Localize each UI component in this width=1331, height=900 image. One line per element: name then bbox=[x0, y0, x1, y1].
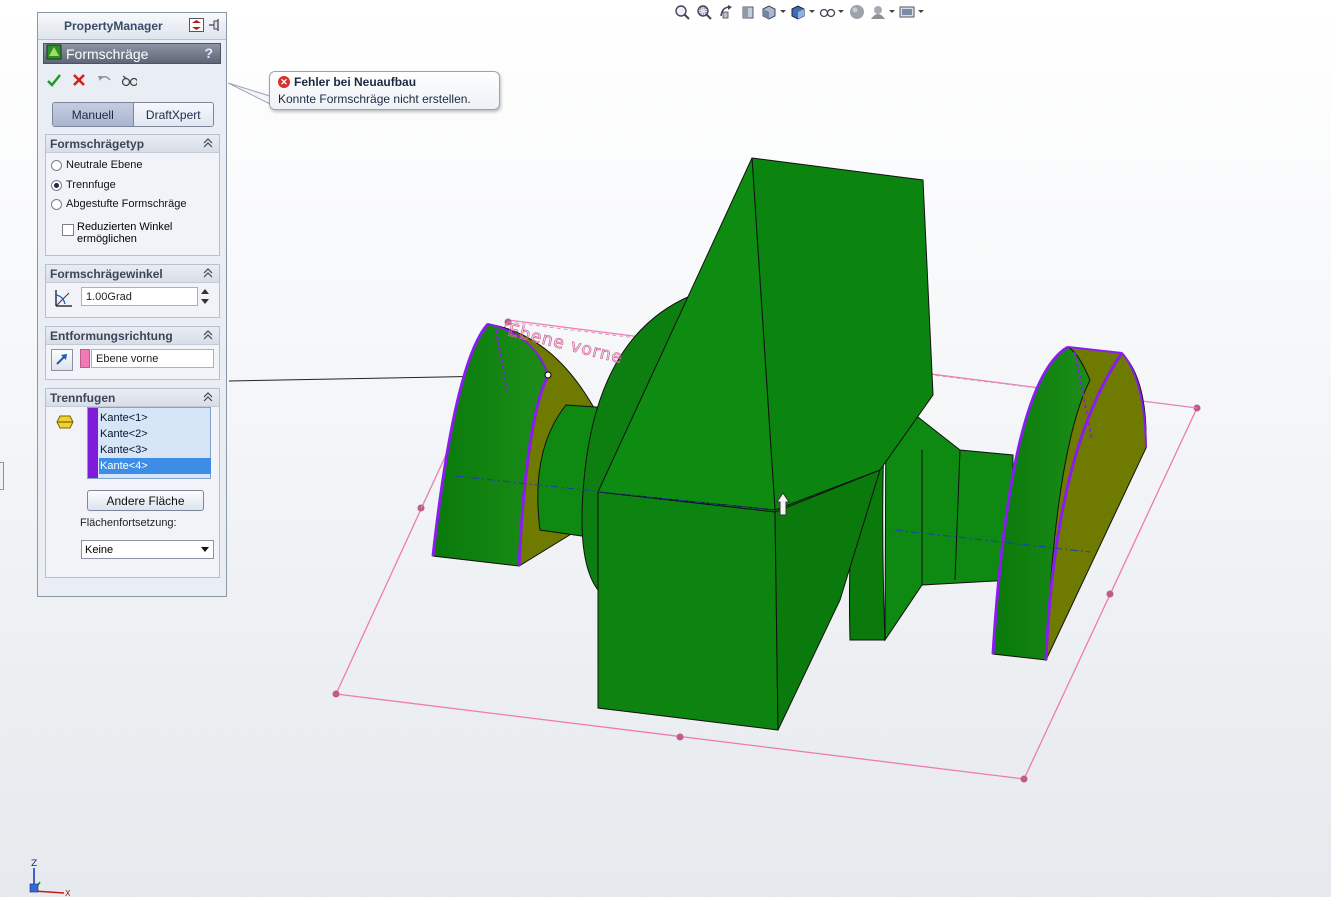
collapse-panel-icon[interactable] bbox=[189, 18, 204, 35]
section-view-icon[interactable] bbox=[738, 2, 758, 22]
draft-angle-group: Formschrägewinkel 1.00Grad bbox=[45, 264, 220, 318]
reverse-direction-icon bbox=[55, 352, 69, 369]
radio-button[interactable] bbox=[51, 159, 62, 171]
mode-toggle: Manuell DraftXpert bbox=[52, 102, 214, 127]
property-manager-header: PropertyManager bbox=[38, 13, 226, 40]
collapse-chevron-icon[interactable] bbox=[203, 138, 213, 151]
reduced-angle-checkbox[interactable] bbox=[62, 224, 74, 236]
ok-check-icon[interactable] bbox=[46, 72, 62, 88]
display-style-icon[interactable] bbox=[789, 2, 816, 22]
draft-feature-icon bbox=[44, 44, 62, 63]
property-manager-title: PropertyManager bbox=[64, 19, 163, 33]
hide-show-items-icon[interactable] bbox=[818, 2, 845, 22]
group-title: Formschrägetyp bbox=[50, 136, 145, 151]
radio-neutrale-ebene[interactable]: Neutrale Ebene bbox=[51, 159, 142, 171]
draft-angle-input[interactable]: 1.00Grad bbox=[81, 287, 198, 306]
x-axis-label: X bbox=[65, 889, 70, 897]
property-manager-panel: PropertyManager Formschräge ? Manuell Dr… bbox=[37, 12, 227, 597]
radio-button[interactable] bbox=[51, 179, 62, 191]
radio-label: Neutrale Ebene bbox=[66, 159, 143, 171]
radio-button[interactable] bbox=[51, 198, 62, 210]
face-propagation-label: Flächenfortsetzung: bbox=[80, 517, 177, 529]
reverse-direction-button[interactable] bbox=[51, 349, 73, 371]
draft-type-group-header[interactable]: Formschrägetyp bbox=[46, 135, 219, 153]
help-button[interactable]: ? bbox=[204, 45, 213, 61]
parting-lines-group: Trennfugen Kante<1> Kante<2> Kante<3> Ka… bbox=[45, 388, 220, 578]
draft-type-group: Formschrägetyp Neutrale Ebene Trennfuge … bbox=[45, 134, 220, 256]
error-title: Fehler bei Neuaufbau bbox=[294, 75, 417, 89]
angle-icon bbox=[53, 287, 75, 312]
z-axis-label: Z bbox=[31, 859, 37, 869]
parting-lines-group-header[interactable]: Trennfugen bbox=[46, 389, 219, 407]
right-wheel[interactable] bbox=[991, 345, 1147, 662]
radio-label: Abgestufte Formschräge bbox=[66, 198, 187, 210]
error-icon: ✕ bbox=[278, 76, 290, 88]
view-orientation-icon[interactable] bbox=[760, 2, 787, 22]
action-buttons bbox=[46, 70, 137, 90]
side-panel-handle[interactable] bbox=[0, 462, 4, 490]
apply-scene-icon[interactable] bbox=[869, 2, 896, 22]
previous-view-icon[interactable] bbox=[716, 2, 736, 22]
reduced-angle-label: Reduzierten Winkel ermöglichen bbox=[77, 221, 173, 245]
group-title: Trennfugen bbox=[50, 390, 116, 405]
radio-abgestufte-formschraege[interactable]: Abgestufte Formschräge bbox=[51, 198, 186, 210]
collapse-chevron-icon[interactable] bbox=[203, 268, 213, 281]
error-message: Konnte Formschräge nicht erstellen. bbox=[278, 92, 471, 106]
zoom-to-fit-icon[interactable] bbox=[672, 2, 692, 22]
parting-edges-list[interactable]: Kante<1> Kante<2> Kante<3> Kante<4> bbox=[87, 407, 211, 479]
pin-icon[interactable] bbox=[208, 18, 222, 35]
zoom-to-area-icon[interactable] bbox=[694, 2, 714, 22]
list-item[interactable]: Kante<3> bbox=[99, 442, 211, 458]
angle-spinner[interactable] bbox=[200, 287, 210, 306]
pull-direction-field[interactable]: Ebene vorne bbox=[91, 349, 214, 368]
edit-appearance-icon[interactable] bbox=[847, 2, 867, 22]
undo-icon[interactable] bbox=[96, 72, 112, 88]
pull-direction-group-header[interactable]: Entformungsrichtung bbox=[46, 327, 219, 345]
pull-direction-group: Entformungsrichtung Ebene vorne bbox=[45, 326, 220, 380]
other-face-button[interactable]: Andere Fläche bbox=[87, 490, 204, 511]
collapse-chevron-icon[interactable] bbox=[203, 330, 213, 343]
list-item[interactable]: Kante<2> bbox=[99, 426, 211, 442]
orientation-triad: Z X bbox=[26, 856, 71, 898]
radio-label: Trennfuge bbox=[66, 179, 116, 191]
rebuild-error-callout[interactable]: ✕ Fehler bei Neuaufbau Konnte Formschräg… bbox=[269, 71, 500, 110]
plane-color-swatch bbox=[80, 349, 90, 368]
cancel-x-icon[interactable] bbox=[71, 72, 87, 88]
selection-color-bar bbox=[88, 408, 98, 478]
preview-glasses-icon[interactable] bbox=[121, 72, 137, 88]
list-item[interactable]: Kante<1> bbox=[99, 410, 211, 426]
list-item[interactable]: Kante<4> bbox=[99, 458, 211, 474]
face-propagation-select[interactable]: Keine bbox=[81, 540, 214, 559]
chevron-down-icon bbox=[201, 547, 209, 552]
select-value: Keine bbox=[85, 543, 114, 556]
central-block[interactable] bbox=[597, 157, 934, 731]
feature-title-bar: Formschräge ? bbox=[43, 43, 221, 64]
parting-line-icon bbox=[56, 414, 74, 433]
collapse-chevron-icon[interactable] bbox=[203, 392, 213, 405]
group-title: Formschrägewinkel bbox=[50, 266, 163, 281]
tab-manuell[interactable]: Manuell bbox=[53, 103, 134, 126]
draft-angle-group-header[interactable]: Formschrägewinkel bbox=[46, 265, 219, 283]
group-title: Entformungsrichtung bbox=[50, 328, 173, 343]
radio-trennfuge[interactable]: Trennfuge bbox=[51, 179, 116, 191]
tab-draftxpert[interactable]: DraftXpert bbox=[133, 103, 213, 126]
callout-pointer bbox=[228, 82, 271, 105]
feature-name: Formschräge bbox=[66, 45, 149, 62]
view-settings-icon[interactable] bbox=[898, 2, 925, 22]
heads-up-view-toolbar bbox=[672, 2, 925, 22]
